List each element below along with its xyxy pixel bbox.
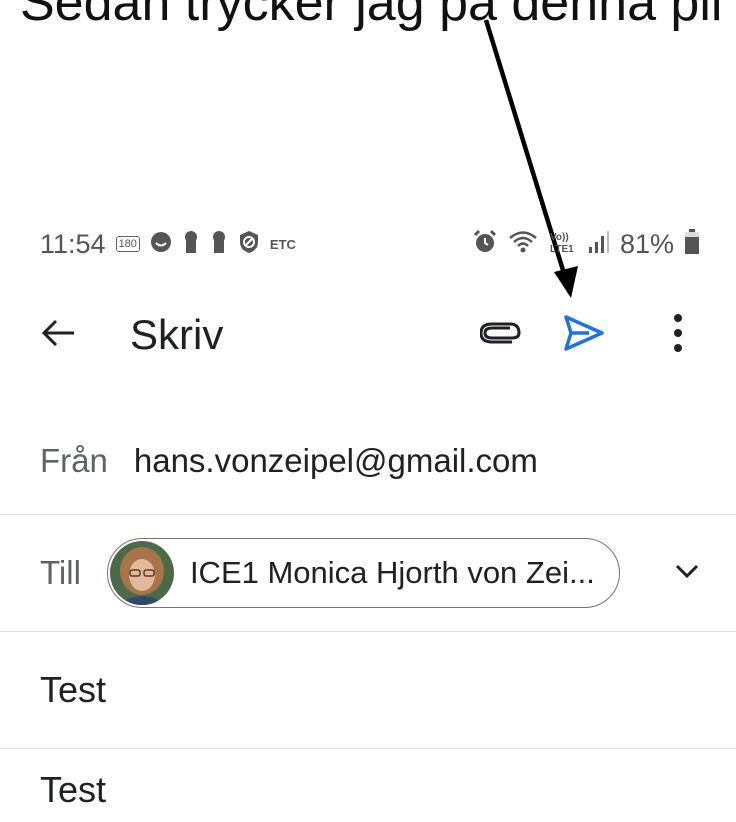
body-field[interactable]: Test	[40, 769, 106, 811]
screen: Sedan trycker jag på denna pil 11:54 180…	[0, 0, 736, 822]
svg-text:LTE1: LTE1	[550, 244, 574, 255]
to-row: Till ICE1 Monica Hjorth von Zei...	[0, 515, 736, 632]
subject-field[interactable]: Test	[40, 669, 106, 711]
from-field[interactable]: hans.vonzeipel@gmail.com	[134, 442, 538, 480]
back-button[interactable]	[40, 311, 88, 359]
arrow-left-icon	[40, 318, 76, 353]
page-title: Skriv	[130, 311, 224, 358]
status-180-icon: 180	[115, 236, 140, 252]
more-vert-icon	[672, 313, 684, 358]
battery-percent: 81%	[619, 228, 674, 259]
app-bar: Skriv	[40, 300, 702, 370]
recipient-chip-label: ICE1 Monica Hjorth von Zei...	[189, 555, 595, 590]
send-icon	[563, 314, 605, 357]
recipient-chip[interactable]: ICE1 Monica Hjorth von Zei...	[106, 538, 620, 608]
volte-icon: Vo)) LTE1	[548, 229, 578, 260]
svg-text:Vo)): Vo))	[550, 232, 569, 243]
annotation-caption: Sedan trycker jag på denna pil	[20, 0, 723, 32]
paperclip-icon	[479, 320, 524, 351]
send-button[interactable]	[560, 311, 608, 359]
attach-button[interactable]	[478, 311, 526, 359]
subject-row: Test	[0, 632, 736, 749]
avatar	[109, 541, 174, 605]
battery-icon	[684, 228, 700, 260]
alarm-icon	[472, 229, 498, 260]
to-label: Till	[40, 554, 81, 591]
signal-icon	[588, 230, 610, 259]
keyhole-icon	[182, 230, 200, 259]
keyhole-icon	[210, 230, 228, 259]
etc-icon: ETC	[269, 236, 296, 252]
status-bar: 11:54 180 ETC Vo)) LTE1 81%	[40, 224, 700, 264]
status-time: 11:54	[40, 228, 106, 259]
smiley-icon	[150, 231, 172, 258]
from-label: Från	[40, 442, 108, 479]
chevron-down-icon	[674, 563, 700, 584]
from-row: Från hans.vonzeipel@gmail.com	[0, 408, 736, 515]
more-options-button[interactable]	[654, 311, 702, 359]
shield-icon	[238, 230, 260, 259]
expand-recipients-button[interactable]	[674, 563, 700, 584]
body-row: Test	[0, 758, 736, 822]
wifi-icon	[508, 229, 538, 260]
